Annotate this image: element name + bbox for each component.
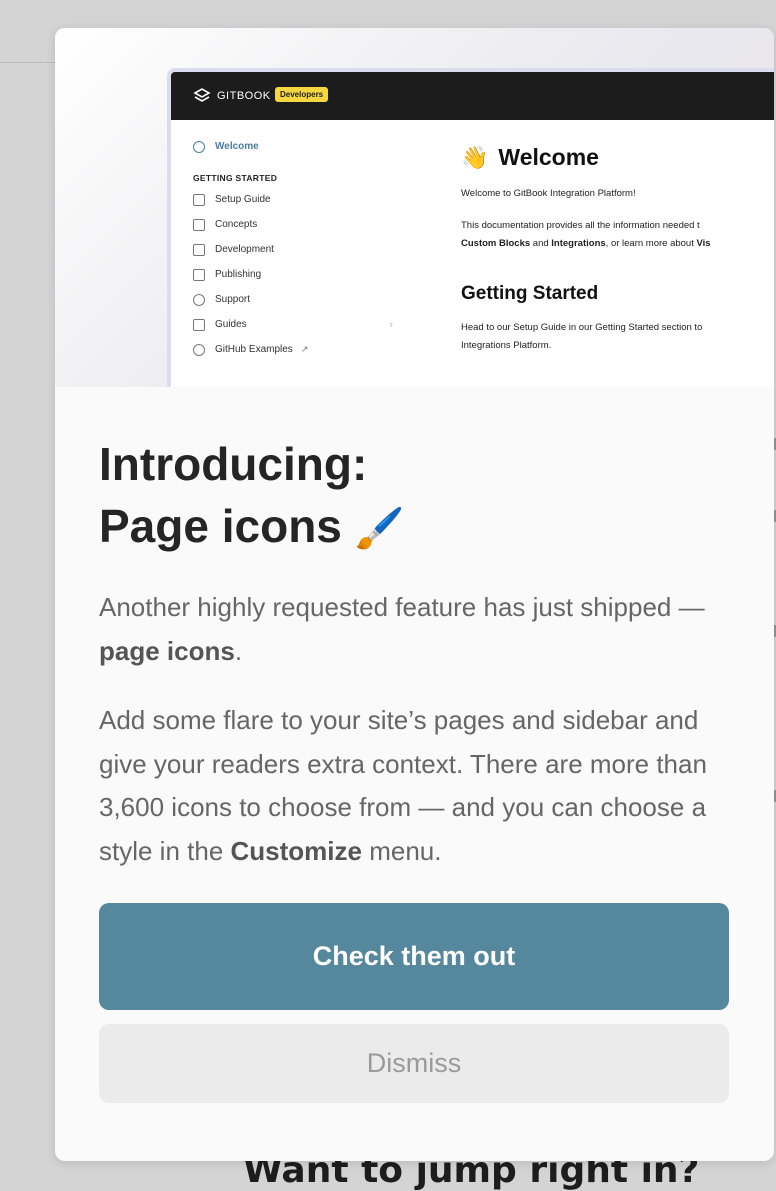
map-icon xyxy=(193,218,205,231)
doc-title: 👋 Welcome xyxy=(461,144,774,171)
doc-line: This documentation provides all the info… xyxy=(461,220,700,231)
paragraph-bold: Customize xyxy=(230,835,362,866)
paintbrush-icon: 🖌️ xyxy=(354,507,405,551)
calendar-icon xyxy=(193,268,205,281)
paragraph-text: Another highly requested feature has jus… xyxy=(99,592,705,622)
sidebar-item-concepts: Concepts xyxy=(193,212,393,237)
modal-title: Introducing: Page icons 🖌️ xyxy=(99,433,731,560)
help-circle-icon xyxy=(193,293,205,306)
sidebar-item-setup-guide: Setup Guide xyxy=(193,187,393,212)
external-link-icon: ↗ xyxy=(300,344,309,354)
preview-image: GITBOOK Developers Welcome GETTING START… xyxy=(55,28,774,387)
modal-content: Introducing: Page icons 🖌️ Another highl… xyxy=(99,433,731,873)
title-line-1: Introducing: xyxy=(99,438,368,490)
dismiss-button[interactable]: Dismiss xyxy=(99,1024,729,1103)
sidebar-section-title: GETTING STARTED xyxy=(193,173,278,183)
doc-bold: Integrations xyxy=(551,238,606,249)
sidebar-item-label: Guides xyxy=(215,319,247,330)
paragraph-text: . xyxy=(234,635,243,666)
sidebar-item-label: Development xyxy=(215,244,274,255)
sidebar-item-github-examples: GitHub Examples ↗ xyxy=(193,337,393,362)
developers-badge: Developers xyxy=(275,87,329,102)
doc-text: and xyxy=(530,238,552,249)
preview-header: GITBOOK Developers xyxy=(171,72,774,120)
sidebar-item-welcome: Welcome xyxy=(193,134,393,159)
paragraph-bold: page icons xyxy=(99,635,235,666)
sidebar-item-label: Support xyxy=(215,294,251,305)
doc-line: Head to our Setup Guide in our Getting S… xyxy=(461,322,703,333)
intro-paragraph: Another highly requested feature has jus… xyxy=(99,586,731,673)
waving-hand-icon: 👋 xyxy=(461,144,489,170)
doc-text: , or learn more about xyxy=(605,238,697,249)
doc-line: Integrations Platform. xyxy=(461,340,552,351)
sidebar-item-development: Development xyxy=(193,237,393,262)
sidebar-item-label: GitHub Examples xyxy=(215,344,293,355)
terminal-icon xyxy=(193,193,205,206)
gitbook-logo-icon xyxy=(193,88,211,102)
detail-paragraph: Add some flare to your site’s pages and … xyxy=(99,699,731,873)
tools-icon xyxy=(193,243,205,256)
sidebar-item-label: Welcome xyxy=(215,141,259,152)
background-divider xyxy=(0,62,60,63)
sidebar-item-publishing: Publishing xyxy=(193,262,393,287)
sidebar-item-support: Support xyxy=(193,287,393,312)
doc-heading: Getting Started xyxy=(461,283,599,304)
doc-paragraph: Head to our Setup Guide in our Getting S… xyxy=(461,319,774,355)
doc-paragraph: This documentation provides all the info… xyxy=(461,217,774,253)
preview-sidebar: Welcome GETTING STARTED Setup Guide Conc… xyxy=(193,134,393,362)
doc-intro: Welcome to GitBook Integration Platform! xyxy=(461,188,636,199)
sidebar-item-label: Setup Guide xyxy=(215,194,271,205)
doc-bold: Vis xyxy=(696,238,711,249)
sidebar-item-guides: Guides › xyxy=(193,312,393,337)
doc-title-text: Welcome xyxy=(498,144,599,170)
check-them-out-button[interactable]: Check them out xyxy=(99,903,729,1010)
sidebar-item-label: Publishing xyxy=(215,269,262,280)
book-icon xyxy=(193,318,205,331)
logo-text: GITBOOK xyxy=(217,90,271,102)
title-line-2: Page icons xyxy=(99,500,342,552)
chevron-right-icon: › xyxy=(389,318,393,331)
preview-document: 👋 Welcome Welcome to GitBook Integration… xyxy=(461,144,774,355)
hand-icon xyxy=(193,140,205,153)
paragraph-text: menu. xyxy=(361,835,442,866)
sidebar-item-label: Concepts xyxy=(215,219,258,230)
preview-screenshot: GITBOOK Developers Welcome GETTING START… xyxy=(167,68,774,387)
announcement-modal: GITBOOK Developers Welcome GETTING START… xyxy=(55,28,774,1161)
doc-bold: Custom Blocks xyxy=(461,238,531,249)
github-icon xyxy=(193,343,205,356)
